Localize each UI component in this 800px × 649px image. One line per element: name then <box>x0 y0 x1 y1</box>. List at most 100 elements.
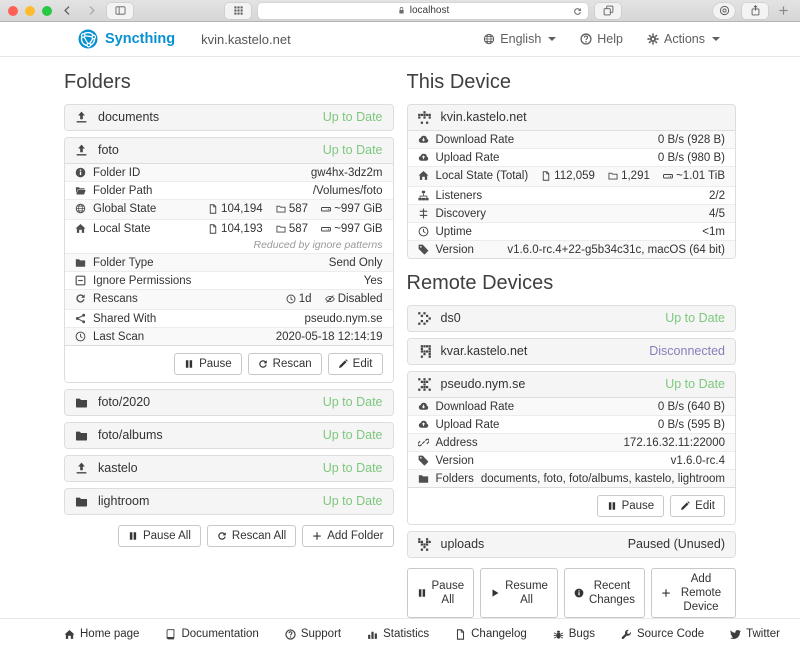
folder-header-foto[interactable]: foto Up to Date <box>65 138 393 163</box>
pause-icon <box>607 501 617 511</box>
folder-name: foto <box>98 143 119 158</box>
browser-tab-overview-button[interactable] <box>225 3 251 19</box>
help-link[interactable]: Help <box>580 32 623 46</box>
window-zoom-button[interactable] <box>42 6 52 16</box>
folder-panel-foto: foto Up to Date Folder ID gw4hx-3dz2m Fo… <box>64 137 394 383</box>
device-details-table: Download Rate 0 B/s (640 B) Upload Rate … <box>408 397 736 487</box>
rescan-all-button[interactable]: Rescan All <box>207 525 296 547</box>
device-header-kvar[interactable]: kvar.kastelo.net Disconnected <box>408 339 736 364</box>
question-circle-icon <box>580 33 592 45</box>
edit-device-button[interactable]: Edit <box>670 495 725 517</box>
language-menu[interactable]: English <box>483 32 556 46</box>
device-header-uploads[interactable]: uploads Paused (Unused) <box>408 532 736 557</box>
device-header-ds0[interactable]: ds0 Up to Date <box>408 306 736 331</box>
browser-share-button[interactable] <box>742 3 768 19</box>
chevron-left-icon <box>62 5 73 16</box>
cloud-upload-icon <box>418 419 429 430</box>
reduced-note: Reduced by ignore patterns <box>198 238 382 252</box>
footer-link-twitter[interactable]: Twitter <box>730 628 780 640</box>
device-identicon <box>418 538 431 551</box>
footer-link-support[interactable]: Support <box>285 628 341 640</box>
row-value: documents, foto, foto/albums, kastelo, l… <box>481 472 725 486</box>
browser-reload-button[interactable] <box>571 6 583 18</box>
browser-sidebar-button[interactable] <box>107 3 133 19</box>
browser-address-bar[interactable]: localhost <box>258 3 588 19</box>
home-icon <box>418 170 429 181</box>
device-header-pseudo[interactable]: pseudo.nym.se Up to Date <box>408 372 736 397</box>
device-panel-uploads: uploads Paused (Unused) <box>407 531 737 558</box>
add-remote-device-button[interactable]: Add Remote Device <box>651 568 736 618</box>
folder-header-kastelo[interactable]: kastelo Up to Date <box>65 456 393 481</box>
folder-header-foto-albums[interactable]: foto/albums Up to Date <box>65 423 393 448</box>
table-row-global-state: Global State 104,194 587 ~997 GiB <box>65 199 393 219</box>
footer-link-source-code[interactable]: Source Code <box>621 628 704 640</box>
pause-all-devices-button[interactable]: Pause All <box>407 568 475 618</box>
syncthing-logo-icon <box>78 29 98 49</box>
browser-back-button[interactable] <box>59 3 76 19</box>
this-device-header[interactable]: kvin.kastelo.net <box>408 105 736 130</box>
folder-name: documents <box>98 110 159 125</box>
cloud-upload-icon <box>418 152 429 163</box>
window-close-button[interactable] <box>8 6 18 16</box>
bug-icon <box>553 629 564 640</box>
link-icon <box>418 437 429 448</box>
twitter-icon <box>730 629 741 640</box>
browser-forward-button[interactable] <box>83 3 100 19</box>
table-row-shared-with: Shared With pseudo.nym.se <box>65 309 393 327</box>
status-badge: Up to Date <box>323 143 383 158</box>
device-name: kvar.kastelo.net <box>441 344 528 359</box>
cloud-download-icon <box>418 134 429 145</box>
actions-menu[interactable]: Actions <box>647 32 720 46</box>
browser-new-tab-button[interactable] <box>775 3 792 19</box>
edit-button[interactable]: Edit <box>328 353 383 375</box>
footer-link-statistics[interactable]: Statistics <box>367 628 429 640</box>
this-device-panel: kvin.kastelo.net Download Rate 0 B/s (92… <box>407 104 737 259</box>
add-folder-button[interactable]: Add Folder <box>302 525 393 547</box>
pause-icon <box>128 531 138 541</box>
hdd-icon <box>663 171 673 181</box>
footer-link-bugs[interactable]: Bugs <box>553 628 595 640</box>
lock-icon <box>397 6 406 15</box>
row-label: Download Rate <box>436 133 515 147</box>
window-minimize-button[interactable] <box>25 6 35 16</box>
table-row-uptime: Uptime <1m <box>408 222 736 240</box>
pause-all-folders-button[interactable]: Pause All <box>118 525 201 547</box>
main-content: Folders documents Up to Date foto Up to … <box>0 57 800 618</box>
footer-link-home[interactable]: Home page <box>64 628 139 640</box>
brand[interactable]: Syncthing <box>78 29 175 49</box>
footer-link-changelog[interactable]: Changelog <box>455 628 527 640</box>
row-label: Folder ID <box>93 166 140 180</box>
recent-changes-button[interactable]: Recent Changes <box>564 568 645 618</box>
browser-tab-copy-button[interactable] <box>595 3 621 19</box>
refresh-icon <box>75 293 86 304</box>
row-label: Folders <box>436 472 474 486</box>
row-label: Rescans <box>93 292 138 306</box>
pause-button[interactable]: Pause <box>174 353 242 375</box>
globe-icon <box>75 203 86 214</box>
folder-header-documents[interactable]: documents Up to Date <box>65 105 393 130</box>
folder-header-lightroom[interactable]: lightroom Up to Date <box>65 489 393 514</box>
row-label: Local State <box>93 222 151 236</box>
hdd-icon <box>321 204 331 214</box>
footer-link-documentation[interactable]: Documentation <box>165 628 258 640</box>
browser-extensions-button[interactable] <box>713 3 735 19</box>
rescan-button[interactable]: Rescan <box>248 353 322 375</box>
pause-device-button[interactable]: Pause <box>597 495 665 517</box>
resume-all-button[interactable]: Resume All <box>480 568 558 618</box>
chevron-right-icon <box>86 5 97 16</box>
status-badge: Up to Date <box>323 428 383 443</box>
row-label: Address <box>436 436 478 450</box>
row-label: Ignore Permissions <box>93 274 191 288</box>
play-icon <box>490 588 500 598</box>
table-row-rescans: Rescans 1d Disabled <box>65 289 393 309</box>
clock-icon <box>418 226 429 237</box>
discovery-icon <box>418 208 429 219</box>
folder-icon <box>276 224 286 234</box>
file-icon <box>208 224 218 234</box>
row-label: Uptime <box>436 225 472 239</box>
device-name: uploads <box>441 537 485 552</box>
device-identicon <box>418 345 431 358</box>
table-row-download-rate: Download Rate 0 B/s (640 B) <box>408 398 736 415</box>
folder-header-foto-2020[interactable]: foto/2020 Up to Date <box>65 390 393 415</box>
devices-actions: Pause All Resume All Recent Changes Add … <box>407 568 737 618</box>
